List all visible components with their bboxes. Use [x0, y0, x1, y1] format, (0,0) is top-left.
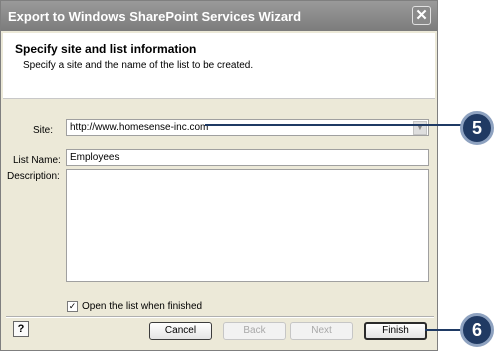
finish-button[interactable]: Finish [364, 322, 427, 340]
description-label: Description: [7, 171, 60, 182]
close-icon[interactable]: ✕ [412, 6, 431, 25]
wizard-header: Specify site and list information Specif… [3, 33, 435, 99]
callout-line-finish [425, 329, 461, 331]
help-icon[interactable]: ? [13, 321, 29, 337]
description-textarea[interactable] [66, 169, 429, 282]
list-name-label: List Name: [13, 155, 61, 166]
window-title: Export to Windows SharePoint Services Wi… [8, 9, 302, 24]
cancel-button[interactable]: Cancel [149, 322, 212, 340]
site-combobox[interactable]: http://www.homesense-inc.com ▼ [66, 119, 429, 136]
header-title: Specify site and list information [15, 42, 197, 56]
open-list-label: Open the list when finished [82, 301, 203, 312]
open-list-checkbox[interactable]: ✓ [67, 301, 78, 312]
list-name-input[interactable]: Employees [66, 149, 429, 166]
back-button[interactable]: Back [223, 322, 286, 340]
site-value: http://www.homesense-inc.com [70, 122, 209, 133]
callout-line-site [205, 124, 461, 126]
next-button[interactable]: Next [290, 322, 353, 340]
wizard-window: Export to Windows SharePoint Services Wi… [0, 0, 438, 351]
title-bar: Export to Windows SharePoint Services Wi… [1, 1, 437, 31]
callout-site: 5 [460, 111, 494, 145]
callout-finish: 6 [460, 313, 494, 347]
footer-divider [6, 316, 434, 318]
header-subtitle: Specify a site and the name of the list … [23, 60, 254, 71]
site-label: Site: [33, 125, 54, 136]
